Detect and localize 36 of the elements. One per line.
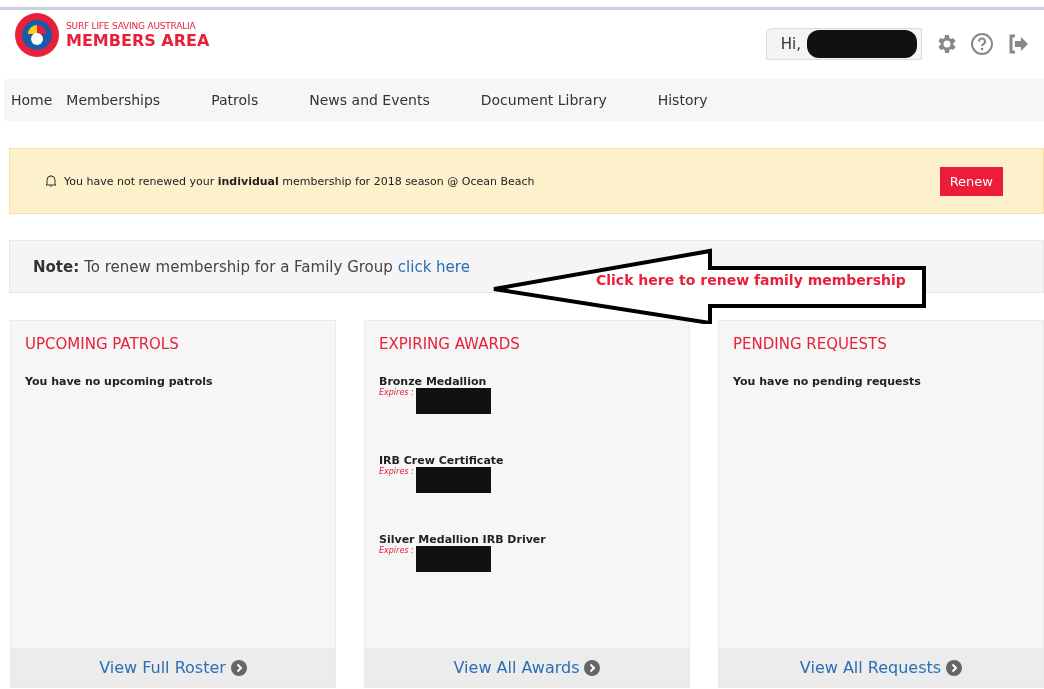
chevron-right-icon <box>946 659 963 676</box>
renew-button[interactable]: Renew <box>939 166 1003 196</box>
expiry-label: Expires : <box>379 388 414 397</box>
chevron-right-icon <box>584 659 601 676</box>
award-name: Silver Medallion IRB Driver <box>379 533 547 546</box>
nav-link[interactable]: Document Library <box>480 92 607 108</box>
expiry-label: Expires : <box>379 467 414 476</box>
greeting-text: Hi, <box>780 35 801 53</box>
award-name: IRB Crew Certificate <box>379 454 505 467</box>
award-name: Bronze Medallion <box>379 375 488 388</box>
card-footer-link[interactable]: View All Awards <box>365 648 689 687</box>
card-footer-link[interactable]: View All Requests <box>719 648 1043 687</box>
help-icon[interactable] <box>970 32 994 56</box>
nav-link[interactable]: Patrols <box>211 92 259 108</box>
note-label: Note: <box>33 257 80 276</box>
bell-icon <box>44 174 58 188</box>
note-text: To renew membership for a Family Group <box>84 257 393 276</box>
chevron-right-icon <box>230 659 247 676</box>
user-greeting[interactable]: Hi, <box>765 28 922 60</box>
card-title: UPCOMING PATROLS <box>25 335 180 353</box>
expiry-label: Expires : <box>379 546 414 555</box>
nav-link[interactable]: Memberships <box>66 92 161 108</box>
card-footer-link[interactable]: View Full Roster <box>11 648 335 687</box>
nav-link[interactable]: History <box>657 92 708 108</box>
card-title: EXPIRING AWARDS <box>379 335 521 353</box>
nav-link[interactable]: Home <box>11 92 53 108</box>
family-renew-link[interactable]: click here <box>397 257 470 276</box>
card-title: PENDING REQUESTS <box>733 335 888 353</box>
lifesaver-logo-icon <box>14 12 60 58</box>
empty-message: You have no pending requests <box>733 375 922 388</box>
empty-message: You have no upcoming patrols <box>25 375 214 388</box>
nav-link[interactable]: News and Events <box>309 92 430 108</box>
alert-message: You have not renewed your individual membership for 2018 season @ Ocean Beach <box>64 174 535 188</box>
brand-tagline: SURF LIFE SAVING AUSTRALIA <box>66 20 197 31</box>
callout-text: Click here to renew family membership <box>596 272 906 288</box>
brand-title: MEMBERS AREA <box>66 30 210 50</box>
